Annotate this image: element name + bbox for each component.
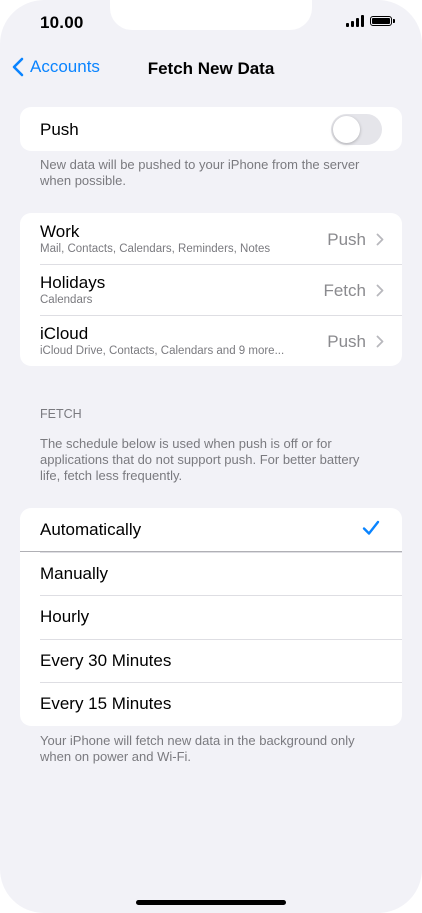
chevron-right-icon (376, 335, 384, 348)
account-row-holidays[interactable]: Holidays Calendars Fetch (20, 264, 402, 315)
notch (110, 0, 312, 30)
fetch-option-label: Hourly (40, 607, 90, 627)
fetch-option-label: Every 15 Minutes (40, 694, 172, 714)
push-toggle[interactable] (331, 114, 382, 145)
account-name: iCloud (40, 324, 89, 343)
checkmark-icon (362, 520, 380, 535)
account-detail: iCloud Drive, Contacts, Calendars and 9 … (40, 345, 285, 357)
account-name: Holidays (40, 273, 106, 292)
fetch-option-every-30-minutes[interactable]: Every 30 Minutes (20, 638, 402, 682)
fetch-option-hourly[interactable]: Hourly (20, 595, 402, 638)
fetch-option-label: Every 30 Minutes (40, 650, 172, 670)
phone-screen: 10.00 Accounts Fetch New Data Push New d… (0, 0, 422, 913)
fetch-option-every-15-minutes[interactable]: Every 15 Minutes (20, 682, 402, 725)
account-row-icloud[interactable]: iCloud iCloud Drive, Contacts, Calendars… (20, 315, 402, 366)
chevron-right-icon (376, 233, 384, 246)
toggle-knob (333, 116, 360, 143)
fetch-option-label: Automatically (40, 520, 142, 539)
fetch-option-label: Manually (40, 564, 109, 583)
battery-icon (370, 16, 395, 26)
cellular-signal-icon (346, 15, 364, 27)
fetch-schedule-group: Automatically Manually Hourly Every 30 M… (20, 508, 402, 726)
account-row-work[interactable]: Work Mail, Contacts, Calendars, Reminder… (20, 213, 402, 264)
fetch-option-manually[interactable]: Manually (20, 552, 402, 595)
fetch-footer: Your iPhone will fetch new data in the b… (40, 733, 355, 764)
home-indicator[interactable] (136, 900, 286, 905)
push-row: Push (20, 107, 402, 151)
fetch-section-header: FETCH (40, 407, 82, 421)
fetch-option-automatically[interactable]: Automatically (20, 508, 402, 552)
status-indicators (346, 15, 395, 27)
navigation-bar: Accounts Fetch New Data (0, 52, 422, 86)
push-label: Push (40, 120, 79, 139)
chevron-right-icon (376, 284, 384, 297)
account-name: Work (40, 222, 80, 241)
fetch-description: The schedule below is used when push is … (40, 436, 360, 483)
page-title: Fetch New Data (147, 59, 275, 78)
push-group: Push (20, 107, 402, 151)
accounts-group: Work Mail, Contacts, Calendars, Reminder… (20, 213, 402, 366)
account-detail: Calendars (40, 294, 93, 306)
account-fetch-mode: Push (327, 230, 366, 249)
push-footer: New data will be pushed to your iPhone f… (40, 157, 360, 188)
account-fetch-mode: Push (327, 332, 366, 351)
account-fetch-mode: Fetch (323, 281, 366, 300)
account-detail: Mail, Contacts, Calendars, Reminders, No… (40, 243, 271, 255)
status-time: 10.00 (40, 13, 84, 32)
